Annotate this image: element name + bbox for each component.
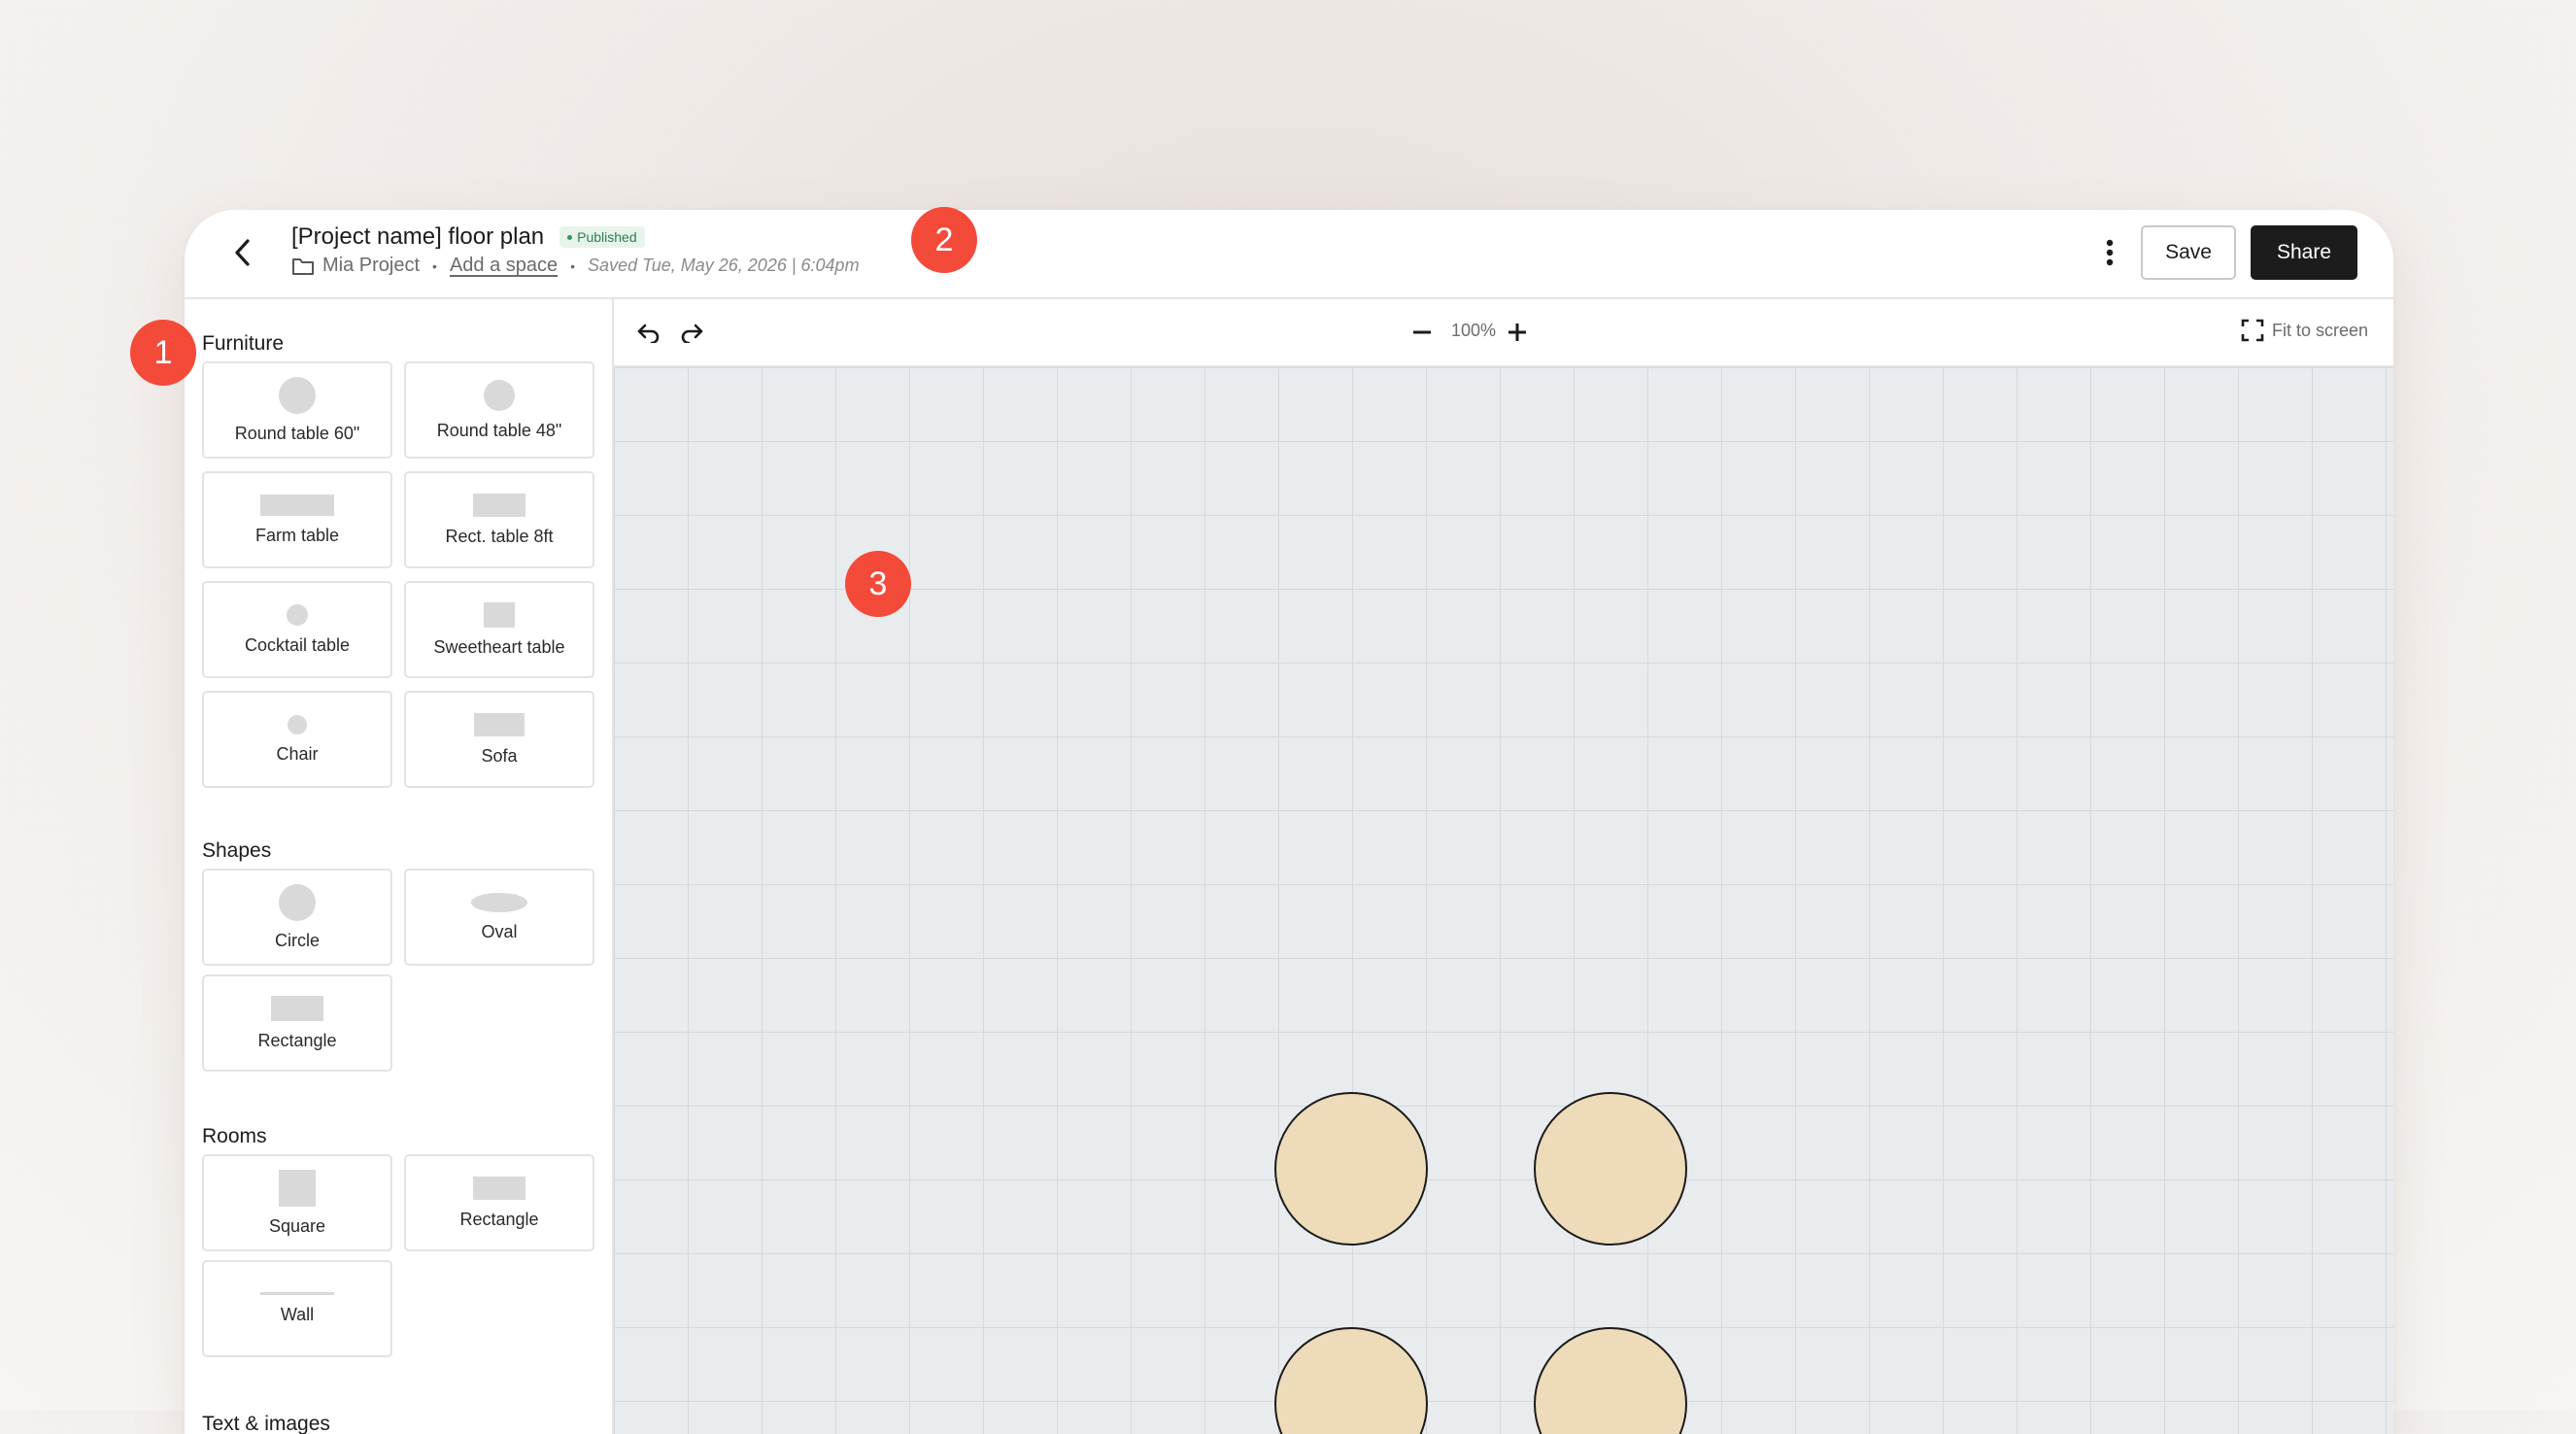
tile-round-table-48[interactable]: Round table 48": [404, 361, 594, 459]
top-bar: [Project name] floor plan Published Mia …: [185, 210, 2393, 299]
zoom-level: 100%: [1451, 321, 1497, 340]
tile-label: Cocktail table: [244, 634, 351, 655]
tile-sofa[interactable]: Sofa: [404, 691, 594, 788]
back-button[interactable]: [221, 231, 264, 274]
more-options-button[interactable]: [2088, 231, 2131, 274]
canvas-round-table[interactable]: [1274, 1092, 1428, 1246]
canvas-round-table[interactable]: [1534, 1092, 1687, 1246]
tile-oval[interactable]: Oval: [404, 869, 594, 966]
sweetheart-table-icon: [484, 601, 515, 628]
kebab-menu-icon: [2106, 239, 2114, 266]
tile-label: Sofa: [481, 745, 518, 766]
save-button[interactable]: Save: [2141, 225, 2236, 280]
chevron-left-icon: [235, 239, 250, 266]
fit-to-screen-label: Fit to screen: [2271, 320, 2368, 340]
minus-icon: [1413, 330, 1431, 334]
canvas-round-table[interactable]: [1274, 1327, 1428, 1434]
sofa-icon: [474, 712, 525, 736]
element-library-sidebar: Furniture Round table 60" Round table 48…: [185, 299, 614, 1434]
fit-to-screen-button[interactable]: Fit to screen: [2241, 319, 2368, 342]
separator-dot: •: [432, 257, 437, 274]
wall-icon: [260, 1292, 334, 1295]
tile-label: Farm table: [254, 525, 340, 545]
status-dot-icon: [567, 234, 573, 240]
tile-cocktail-table[interactable]: Cocktail table: [202, 581, 392, 678]
circle-icon: [279, 883, 316, 921]
rectangle-icon: [271, 995, 323, 1021]
status-badge-label: Published: [577, 229, 637, 245]
tile-label: Rectangle: [257, 1030, 337, 1050]
tile-label: Square: [268, 1215, 326, 1236]
page-title: [Project name] floor plan: [291, 223, 545, 250]
tile-label: Round table 60": [234, 423, 360, 443]
section-title-shapes: Shapes: [202, 839, 272, 862]
oval-icon: [471, 892, 527, 912]
tile-label: Rect. table 8ft: [445, 526, 554, 546]
round-table-60-icon: [279, 376, 316, 414]
share-button[interactable]: Share: [2251, 225, 2357, 280]
section-title-rooms: Rooms: [202, 1125, 267, 1147]
project-link[interactable]: Mia Project: [322, 255, 420, 277]
tile-label: Wall: [280, 1305, 315, 1324]
separator-dot: •: [570, 257, 576, 274]
zoom-out-button[interactable]: [1407, 317, 1438, 348]
section-title-furniture: Furniture: [202, 332, 285, 355]
tile-rectangle-room[interactable]: Rectangle: [404, 1154, 594, 1251]
tile-chair[interactable]: Chair: [202, 691, 392, 788]
fit-screen-icon: [2241, 319, 2264, 342]
tile-rectangle-shape[interactable]: Rectangle: [202, 974, 392, 1072]
floor-plan-canvas[interactable]: [614, 367, 2393, 1434]
chair-icon: [288, 714, 307, 734]
folder-icon: [291, 256, 315, 276]
tile-label: Circle: [274, 930, 320, 950]
annotation-marker-2: 2: [911, 207, 977, 273]
rectangle-room-icon: [473, 1176, 525, 1200]
tile-label: Rectangle: [459, 1209, 539, 1229]
tile-label: Round table 48": [436, 420, 562, 440]
section-title-text-images: Text & images: [202, 1413, 330, 1434]
farm-table-icon: [260, 494, 334, 516]
floor-plan-editor: [Project name] floor plan Published Mia …: [185, 210, 2393, 1434]
cocktail-table-icon: [287, 603, 308, 626]
status-badge: Published: [559, 226, 645, 248]
tile-label: Oval: [481, 921, 518, 941]
tile-rect-table-8ft[interactable]: Rect. table 8ft: [404, 471, 594, 568]
tile-label: Sweetheart table: [433, 636, 565, 657]
annotation-marker-1: 1: [130, 320, 196, 386]
square-room-icon: [279, 1169, 316, 1207]
tile-circle[interactable]: Circle: [202, 869, 392, 966]
tile-wall[interactable]: Wall: [202, 1260, 392, 1357]
canvas-toolbar: 100% Fit to screen: [614, 299, 2393, 367]
tile-farm-table[interactable]: Farm table: [202, 471, 392, 568]
breadcrumb: Mia Project • Add a space • Saved Tue, M…: [291, 255, 860, 277]
tile-round-table-60[interactable]: Round table 60": [202, 361, 392, 459]
redo-icon: [681, 324, 703, 343]
plus-icon: [1508, 324, 1526, 341]
undo-icon: [637, 324, 660, 343]
annotation-marker-3: 3: [845, 551, 911, 617]
round-table-48-icon: [484, 379, 515, 411]
saved-timestamp: Saved Tue, May 26, 2026 | 6:04pm: [588, 256, 860, 275]
add-space-link[interactable]: Add a space: [450, 255, 558, 277]
tile-sweetheart-table[interactable]: Sweetheart table: [404, 581, 594, 678]
canvas-round-table[interactable]: [1534, 1327, 1687, 1434]
title-row: [Project name] floor plan Published: [291, 223, 645, 251]
undo-button[interactable]: [633, 317, 664, 348]
tile-square-room[interactable]: Square: [202, 1154, 392, 1251]
tile-label: Chair: [276, 743, 319, 764]
rect-table-icon: [473, 493, 525, 517]
redo-button[interactable]: [676, 317, 707, 348]
zoom-in-button[interactable]: [1502, 317, 1533, 348]
